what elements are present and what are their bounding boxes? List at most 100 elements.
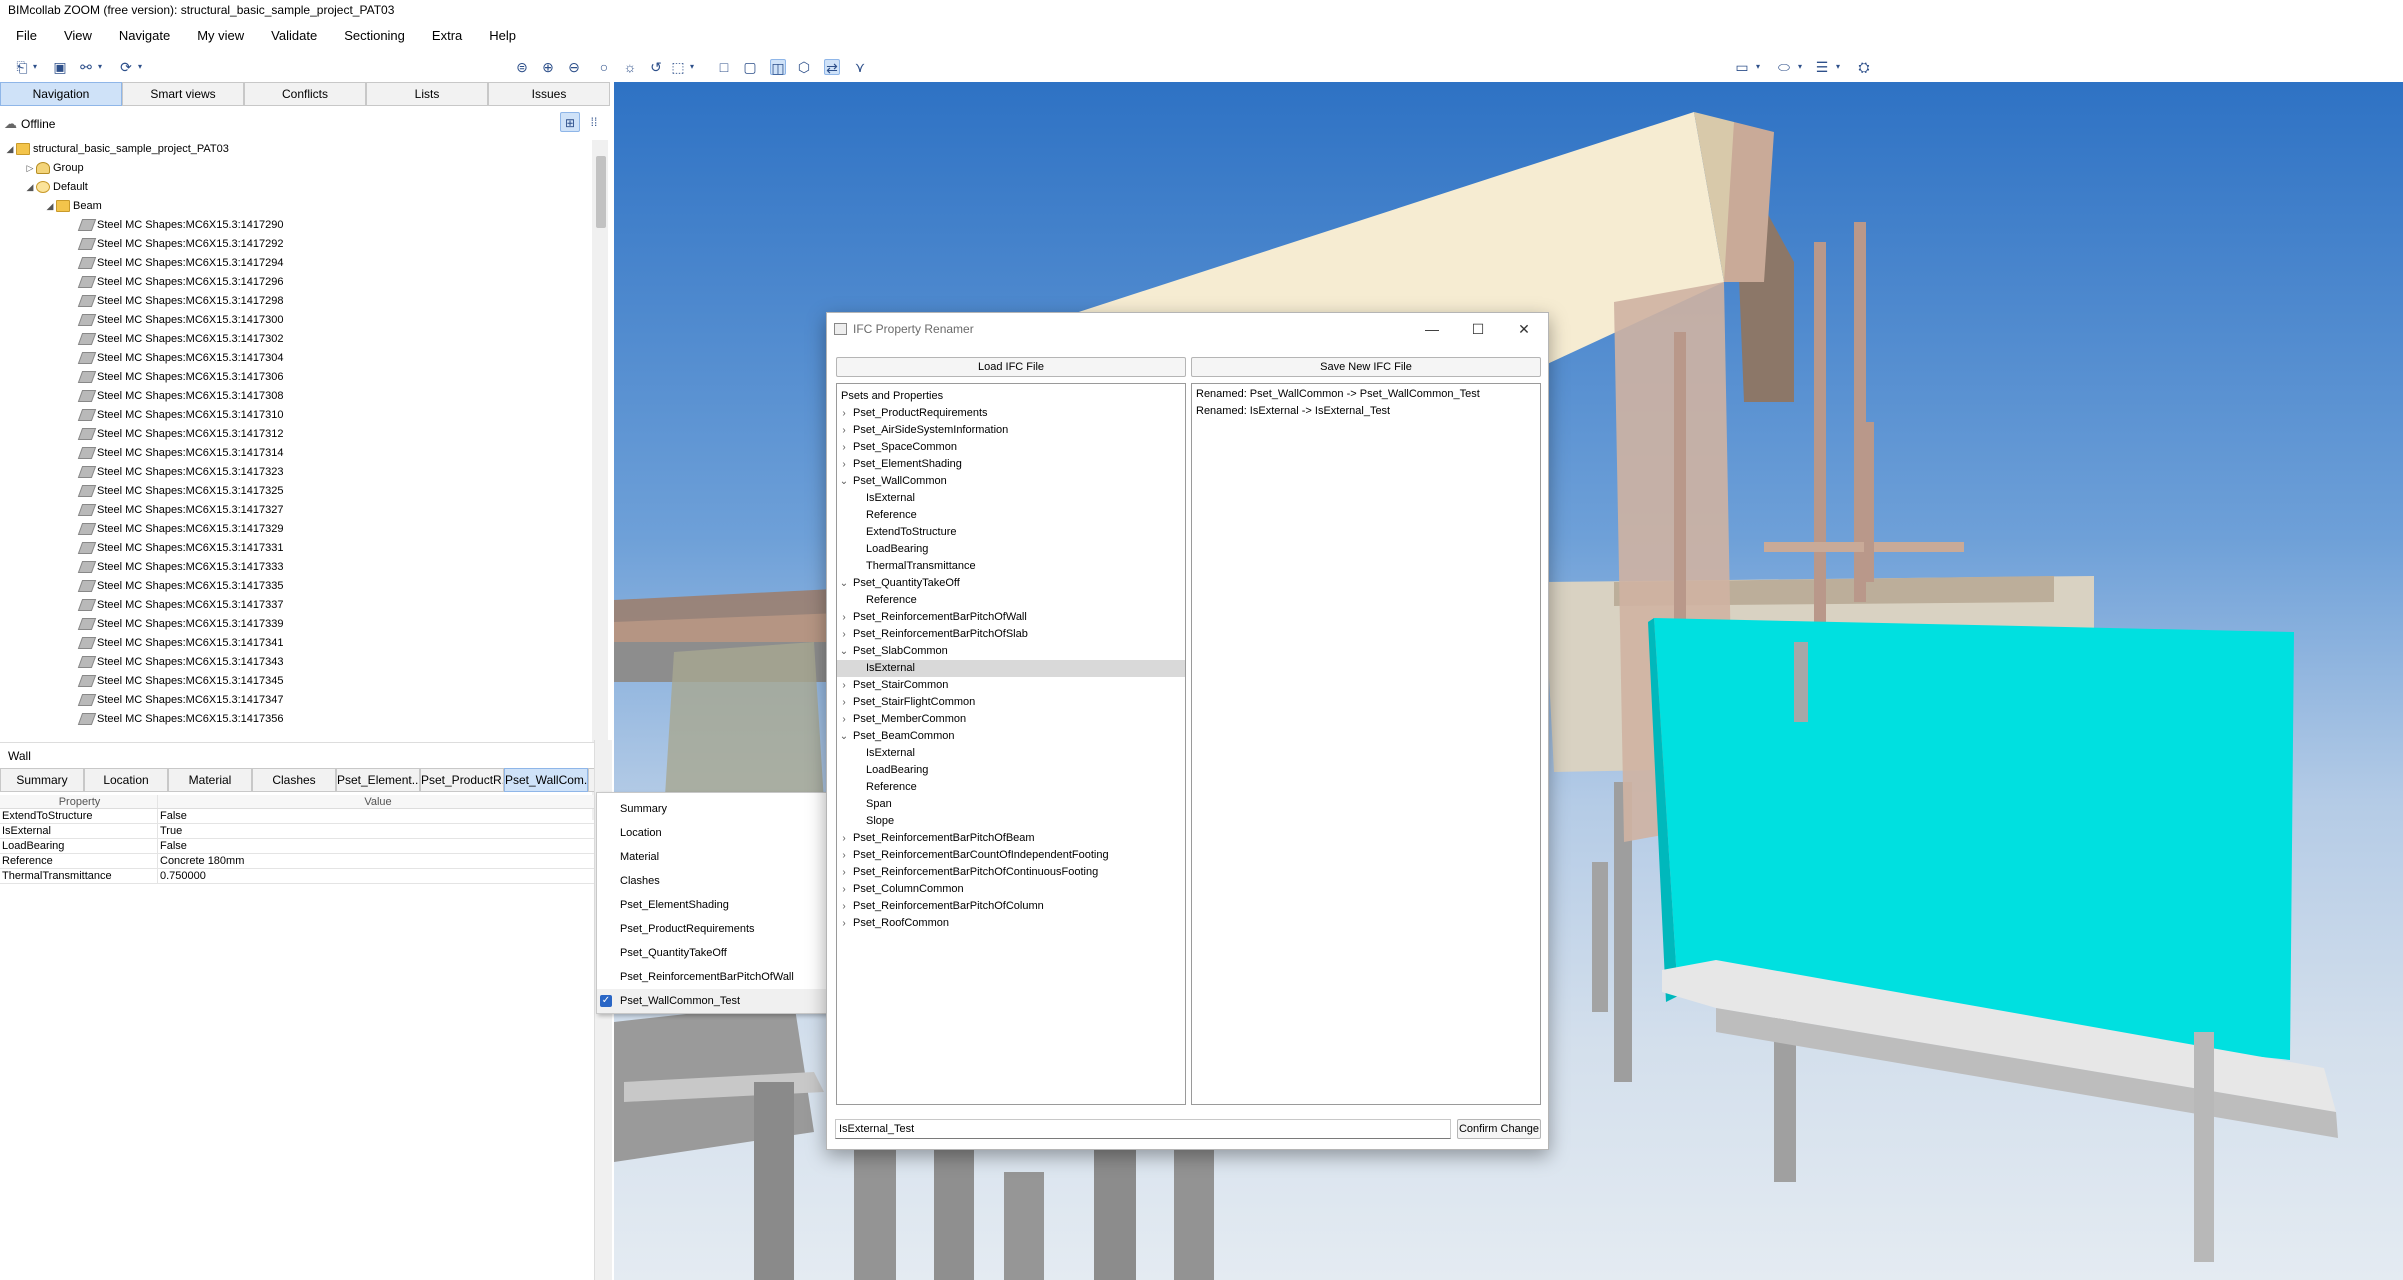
chevron-down-icon[interactable]: ⌄ bbox=[839, 473, 849, 490]
list-item[interactable]: Steel MC Shapes:MC6X15.3:1417343 bbox=[77, 653, 284, 672]
tree-view-icon[interactable]: ⊞ bbox=[560, 112, 580, 132]
rename-input[interactable]: IsExternal_Test bbox=[835, 1119, 1451, 1139]
collapse-arrow-icon[interactable]: ◢ bbox=[44, 197, 56, 216]
chevron-right-icon[interactable]: › bbox=[839, 405, 849, 422]
list-item[interactable]: Steel MC Shapes:MC6X15.3:1417333 bbox=[77, 558, 284, 577]
maximize-icon[interactable]: ☐ bbox=[1455, 313, 1501, 345]
section-box-icon[interactable]: ◫ bbox=[770, 59, 786, 76]
tree-scrollbar[interactable] bbox=[592, 140, 608, 820]
pset-node[interactable]: › Pset_ReinforcementBarPitchOfColumn bbox=[837, 898, 1185, 915]
prop-tab-pset-element[interactable]: Pset_Element... bbox=[336, 768, 420, 792]
tab-smart-views[interactable]: Smart views bbox=[122, 82, 244, 106]
list-item[interactable]: Steel MC Shapes:MC6X15.3:1417347 bbox=[77, 691, 284, 710]
chevron-right-icon[interactable]: › bbox=[839, 915, 849, 932]
list-item[interactable]: Steel MC Shapes:MC6X15.3:1417302 bbox=[77, 330, 284, 349]
pset-node[interactable]: › Pset_ReinforcementBarPitchOfWall bbox=[837, 609, 1185, 626]
dropdown-item-material[interactable]: Material bbox=[597, 845, 829, 869]
property-node[interactable]: IsExternal bbox=[837, 745, 1185, 762]
rotate-icon[interactable]: ↺ bbox=[648, 59, 664, 75]
minimize-icon[interactable]: — bbox=[1409, 313, 1455, 345]
list-item[interactable]: Steel MC Shapes:MC6X15.3:1417341 bbox=[77, 634, 284, 653]
tab-navigation[interactable]: Navigation bbox=[0, 82, 122, 106]
list-item[interactable]: Steel MC Shapes:MC6X15.3:1417292 bbox=[77, 235, 284, 254]
tab-conflicts[interactable]: Conflicts bbox=[244, 82, 366, 106]
pset-node[interactable]: › Pset_MemberCommon bbox=[837, 711, 1185, 728]
chevron-right-icon[interactable]: › bbox=[839, 898, 849, 915]
pset-node[interactable]: ⌄ Pset_QuantityTakeOff bbox=[837, 575, 1185, 592]
link-icon[interactable]: ⚯ bbox=[78, 59, 94, 75]
save-ifc-button[interactable]: Save New IFC File bbox=[1191, 357, 1541, 377]
chevron-right-icon[interactable]: › bbox=[839, 422, 849, 439]
list-item[interactable]: Steel MC Shapes:MC6X15.3:1417300 bbox=[77, 311, 284, 330]
menu-navigate[interactable]: Navigate bbox=[115, 24, 174, 47]
list-item[interactable]: Steel MC Shapes:MC6X15.3:1417337 bbox=[77, 596, 284, 615]
table-row[interactable]: Reference Concrete 180mm bbox=[0, 854, 596, 869]
list-item[interactable]: Steel MC Shapes:MC6X15.3:1417314 bbox=[77, 444, 284, 463]
chevron-right-icon[interactable]: › bbox=[839, 847, 849, 864]
property-node[interactable]: Slope bbox=[837, 813, 1185, 830]
measure-icon[interactable]: ⋎ bbox=[852, 59, 868, 75]
list-item[interactable]: Steel MC Shapes:MC6X15.3:1417312 bbox=[77, 425, 284, 444]
confirm-change-button[interactable]: Confirm Change bbox=[1457, 1119, 1541, 1139]
chevron-down-icon[interactable]: ⌄ bbox=[839, 728, 849, 745]
menu-validate[interactable]: Validate bbox=[267, 24, 321, 47]
table-row[interactable]: ExtendToStructure False bbox=[0, 809, 596, 824]
walk-icon[interactable]: ⇄ bbox=[824, 59, 840, 76]
refresh-icon[interactable]: ⟳ bbox=[118, 59, 134, 75]
property-node[interactable]: IsExternal bbox=[837, 490, 1185, 507]
select-icon[interactable]: ⬚ bbox=[670, 59, 686, 75]
tab-issues[interactable]: Issues bbox=[488, 82, 610, 106]
list-item[interactable]: Steel MC Shapes:MC6X15.3:1417345 bbox=[77, 672, 284, 691]
dropdown-item-clashes[interactable]: Clashes bbox=[597, 869, 829, 893]
tab-lists[interactable]: Lists bbox=[366, 82, 488, 106]
prop-tab-location[interactable]: Location bbox=[84, 768, 168, 792]
menu-extra[interactable]: Extra bbox=[428, 24, 466, 47]
cube-icon[interactable]: ⬡ bbox=[796, 59, 812, 75]
tree-project[interactable]: ◢ structural_basic_sample_project_PAT03 bbox=[4, 140, 229, 159]
list-item[interactable]: Steel MC Shapes:MC6X15.3:1417296 bbox=[77, 273, 284, 292]
pset-node[interactable]: › Pset_ProductRequirements bbox=[837, 405, 1185, 422]
close-icon[interactable]: ✕ bbox=[1501, 313, 1547, 345]
chevron-right-icon[interactable]: › bbox=[839, 609, 849, 626]
table-row[interactable]: ThermalTransmittance 0.750000 bbox=[0, 869, 596, 884]
property-node[interactable]: Reference bbox=[837, 779, 1185, 796]
chevron-down-icon[interactable]: ▾ bbox=[1834, 59, 1842, 75]
pset-node[interactable]: › Pset_ReinforcementBarPitchOfBeam bbox=[837, 830, 1185, 847]
pset-node[interactable]: › Pset_ReinforcementBarCountOfIndependent… bbox=[837, 847, 1185, 864]
collapse-arrow-icon[interactable]: ◢ bbox=[24, 178, 36, 197]
prop-tab-pset-wallcommon[interactable]: Pset_WallCom... bbox=[504, 768, 588, 792]
chevron-down-icon[interactable]: ▾ bbox=[1796, 59, 1804, 75]
chevron-down-icon[interactable]: ▾ bbox=[96, 59, 104, 75]
property-node[interactable]: Reference bbox=[837, 592, 1185, 609]
list-item[interactable]: Steel MC Shapes:MC6X15.3:1417327 bbox=[77, 501, 284, 520]
open-icon[interactable]: ⎗ bbox=[14, 59, 30, 75]
zoom-in-icon[interactable]: ⊕ bbox=[540, 59, 556, 75]
dropdown-item-pset-quantitytakeoff[interactable]: Pset_QuantityTakeOff bbox=[597, 941, 829, 965]
property-node[interactable]: ThermalTransmittance bbox=[837, 558, 1185, 575]
dropdown-item-summary[interactable]: Summary bbox=[597, 797, 829, 821]
menu-my-view[interactable]: My view bbox=[193, 24, 248, 47]
menu-lines-icon[interactable]: ☰ bbox=[1812, 59, 1832, 75]
chevron-right-icon[interactable]: › bbox=[839, 881, 849, 898]
list-item[interactable]: Steel MC Shapes:MC6X15.3:1417329 bbox=[77, 520, 284, 539]
dropdown-item-pset-elementshading[interactable]: Pset_ElementShading bbox=[597, 893, 829, 917]
property-node[interactable]: IsExternal bbox=[837, 660, 1185, 677]
table-row[interactable]: LoadBearing False bbox=[0, 839, 596, 854]
pset-node[interactable]: ⌄ Pset_WallCommon bbox=[837, 473, 1185, 490]
pset-node[interactable]: › Pset_ColumnCommon bbox=[837, 881, 1185, 898]
box-filled-icon[interactable]: ▢ bbox=[742, 59, 758, 75]
list-item[interactable]: Steel MC Shapes:MC6X15.3:1417294 bbox=[77, 254, 284, 273]
chevron-right-icon[interactable]: › bbox=[839, 677, 849, 694]
pset-node[interactable]: › Pset_ElementShading bbox=[837, 456, 1185, 473]
menu-help[interactable]: Help bbox=[485, 24, 520, 47]
dropdown-item-pset-reinforcement[interactable]: Pset_ReinforcementBarPitchOfWall bbox=[597, 965, 829, 989]
chevron-right-icon[interactable]: › bbox=[839, 626, 849, 643]
line-style-icon[interactable]: ▭ bbox=[1732, 59, 1752, 75]
chevron-right-icon[interactable]: › bbox=[839, 830, 849, 847]
prop-tab-clashes[interactable]: Clashes bbox=[252, 768, 336, 792]
zoom-out-icon[interactable]: ⊖ bbox=[566, 59, 582, 75]
chevron-down-icon[interactable]: ⌄ bbox=[839, 643, 849, 660]
pset-node[interactable]: › Pset_ReinforcementBarPitchOfContinuousF… bbox=[837, 864, 1185, 881]
collapse-arrow-icon[interactable]: ◢ bbox=[4, 140, 16, 159]
chevron-right-icon[interactable]: › bbox=[839, 694, 849, 711]
